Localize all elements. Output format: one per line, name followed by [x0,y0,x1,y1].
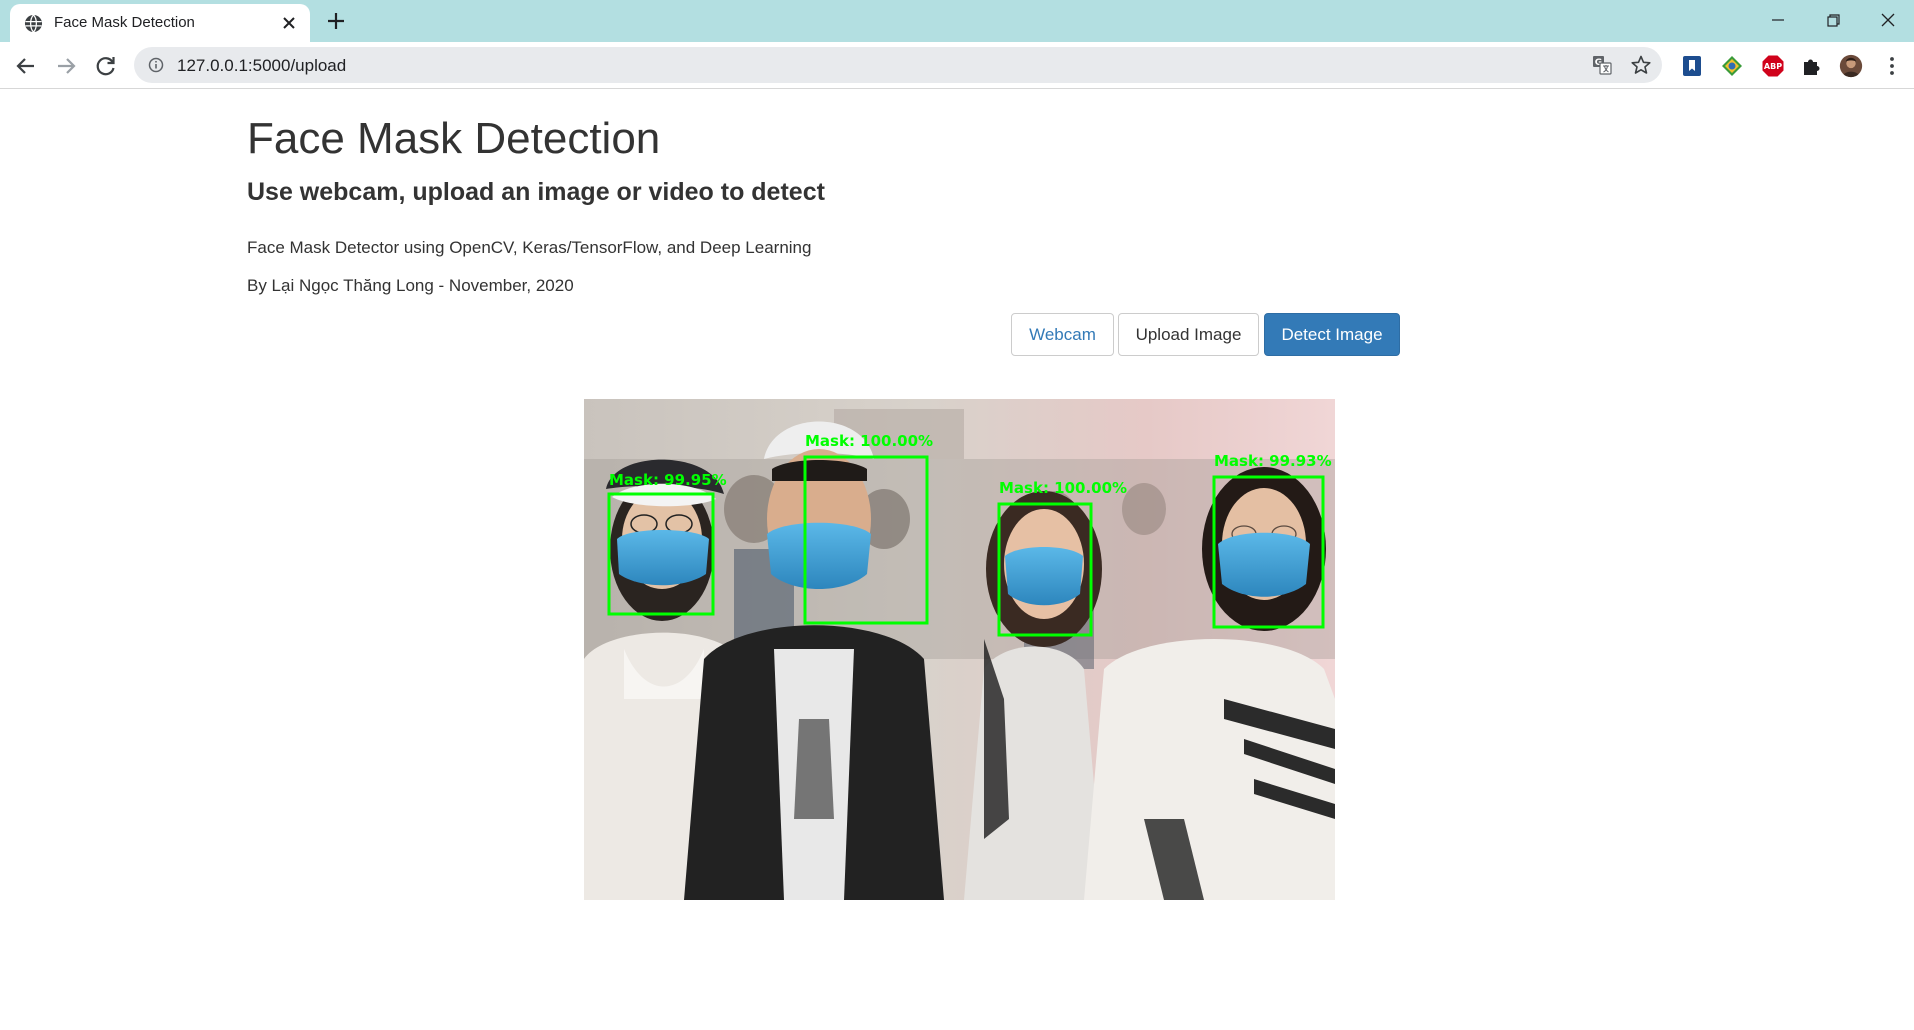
translate-icon[interactable]: G [1592,55,1612,75]
result-photo: Mask: 99.95% Mask: 100.00% Mask: 100.00%… [584,399,1335,900]
globe-icon [24,14,43,33]
profile-avatar-icon[interactable] [1839,54,1863,78]
arrow-left-icon[interactable] [12,52,40,80]
url-text[interactable]: 127.0.0.1:5000/upload [177,56,346,76]
detect-image-button[interactable]: Detect Image [1264,313,1400,356]
page-title: Face Mask Detection [247,114,661,163]
puzzle-icon[interactable] [1800,54,1824,78]
browser-tab[interactable]: Face Mask Detection [10,4,310,42]
browser-tabstrip: Face Mask Detection [0,0,1914,42]
reload-icon[interactable] [92,52,120,80]
restore-icon[interactable] [1813,6,1853,36]
minimize-icon[interactable] [1758,6,1798,36]
page-subtitle: Use webcam, upload an image or video to … [247,178,825,206]
bookmark-extension-icon[interactable] [1680,54,1704,78]
description-text: Face Mask Detector using OpenCV, Keras/T… [247,238,812,257]
close-icon[interactable] [280,14,298,32]
arrow-right-icon[interactable] [52,52,80,80]
author-text: By Lại Ngọc Thăng Long - November, 2020 [247,276,574,295]
detection-result-image: Mask: 99.95% Mask: 100.00% Mask: 100.00%… [584,399,1335,900]
adblock-icon[interactable]: ABP [1761,54,1785,78]
adblock-label: ABP [1764,62,1782,71]
browser-toolbar: 127.0.0.1:5000/upload G ABP [0,42,1914,89]
address-bar[interactable]: 127.0.0.1:5000/upload G [134,47,1662,83]
detection-label: Mask: 100.00% [805,432,933,450]
plus-icon[interactable] [325,10,347,32]
globe-extension-icon[interactable] [1720,54,1744,78]
webcam-button[interactable]: Webcam [1011,313,1114,356]
detection-label: Mask: 100.00% [999,479,1127,497]
detection-label: Mask: 99.93% [1214,452,1332,470]
window-close-icon[interactable] [1868,6,1908,36]
page-content: Face Mask Detection Use webcam, upload a… [0,90,1914,1030]
kebab-menu-icon[interactable] [1880,54,1904,78]
info-icon[interactable] [148,57,164,73]
tab-title: Face Mask Detection [54,14,195,31]
upload-image-button[interactable]: Upload Image [1118,313,1259,356]
star-icon[interactable] [1630,54,1652,76]
detection-label: Mask: 99.95% [609,471,727,489]
